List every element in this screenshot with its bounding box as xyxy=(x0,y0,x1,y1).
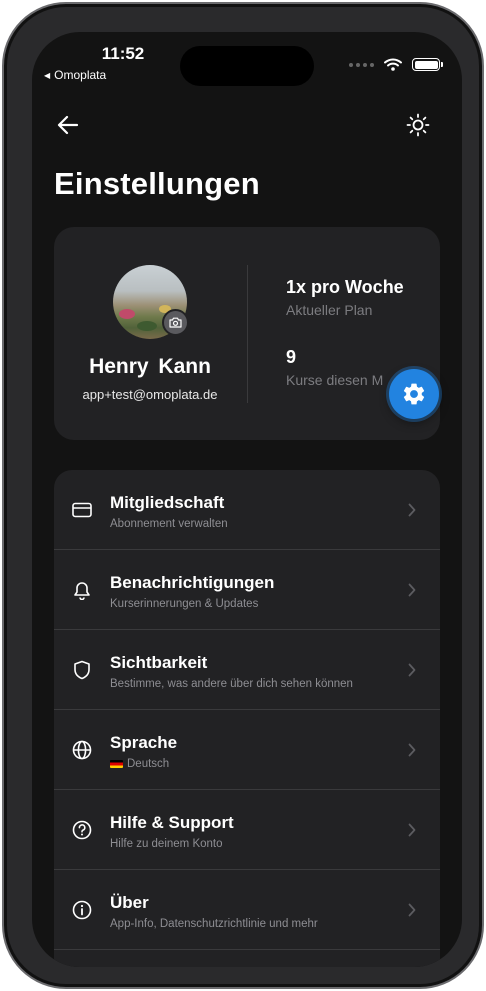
back-button[interactable] xyxy=(54,111,82,139)
back-app-label: Omoplata xyxy=(54,68,107,82)
settings-item-title: Über xyxy=(110,893,149,912)
dynamic-island xyxy=(180,46,314,86)
settings-item-subtitle: Deutsch xyxy=(110,758,169,770)
app-screen: 11:52 ◀ Omoplata Einstellungen Henry Kan… xyxy=(32,32,462,967)
settings-item-title: Mitgliedschaft xyxy=(110,493,225,512)
phone-frame: 11:52 ◀ Omoplata Einstellungen Henry Kan… xyxy=(2,2,484,989)
cellular-signal-icon xyxy=(349,62,374,67)
settings-item-membership[interactable]: Mitgliedschaft Abonnement verwalten xyxy=(54,470,440,550)
plan-label: Aktueller Plan xyxy=(286,302,373,318)
settings-item-subtitle: Abonnement verwalten xyxy=(110,518,228,530)
german-flag-icon xyxy=(110,759,123,768)
settings-item-language[interactable]: Sprache Deutsch xyxy=(54,710,440,790)
chevron-right-icon xyxy=(406,819,418,841)
bell-icon xyxy=(71,579,93,601)
plan-value: 1x pro Woche xyxy=(286,277,404,297)
courses-label: Kurse diesen M xyxy=(286,372,384,388)
chevron-right-icon xyxy=(406,899,418,921)
settings-fab[interactable] xyxy=(389,369,439,419)
info-circle-icon xyxy=(71,899,93,921)
settings-item-title: Hilfe & Support xyxy=(110,813,234,832)
settings-item-notifications[interactable]: Benachrichtigungen Kurserinnerungen & Up… xyxy=(54,550,440,630)
courses-value: 9 xyxy=(286,347,297,367)
profile-card: Henry Kann app+test@omoplata.de 1x pro W… xyxy=(54,227,440,440)
settings-item-title: Benachrichtigungen xyxy=(110,573,275,592)
card-divider xyxy=(247,265,248,403)
settings-item-title: Sprache xyxy=(110,733,178,752)
settings-item-help-support[interactable]: Hilfe & Support Hilfe zu deinem Konto xyxy=(54,790,440,870)
settings-item-subtitle: Hilfe zu deinem Konto xyxy=(110,838,223,850)
page-title: Einstellungen xyxy=(54,166,260,201)
chevron-right-icon xyxy=(406,739,418,761)
settings-item-subtitle: App-Info, Datenschutzrichtlinie und mehr xyxy=(110,918,318,930)
question-circle-icon xyxy=(71,819,93,841)
globe-icon xyxy=(71,739,93,761)
chevron-right-icon xyxy=(406,659,418,681)
back-to-app-link[interactable]: ◀ Omoplata xyxy=(44,68,106,82)
settings-item-title: Sichtbarkeit xyxy=(110,653,208,672)
status-time: 11:52 xyxy=(101,44,145,63)
theme-toggle-button[interactable] xyxy=(404,111,432,139)
gear-icon xyxy=(403,383,425,405)
arrow-left-icon xyxy=(57,115,79,135)
credit-card-icon xyxy=(71,499,93,521)
change-photo-button[interactable] xyxy=(162,309,189,336)
profile-name: Henry Kann xyxy=(89,355,211,378)
language-value: Deutsch xyxy=(127,758,170,770)
settings-item-subtitle: Kurserinnerungen & Updates xyxy=(110,598,259,610)
chevron-right-icon xyxy=(406,579,418,601)
battery-icon xyxy=(412,58,443,71)
back-triangle-icon: ◀ xyxy=(44,70,51,80)
chevron-right-icon xyxy=(406,499,418,521)
settings-item-about[interactable]: Über App-Info, Datenschutzrichtlinie und… xyxy=(54,870,440,950)
wifi-icon xyxy=(384,58,402,71)
shield-icon xyxy=(71,659,93,681)
settings-list: Mitgliedschaft Abonnement verwalten Bena… xyxy=(54,470,440,967)
profile-email: app+test@omoplata.de xyxy=(82,387,218,402)
settings-item-visibility[interactable]: Sichtbarkeit Bestimme, was andere über d… xyxy=(54,630,440,710)
status-indicators xyxy=(349,58,443,71)
settings-item-subtitle: Bestimme, was andere über dich sehen kön… xyxy=(110,678,353,690)
camera-icon xyxy=(169,317,182,328)
sun-icon xyxy=(406,113,430,137)
